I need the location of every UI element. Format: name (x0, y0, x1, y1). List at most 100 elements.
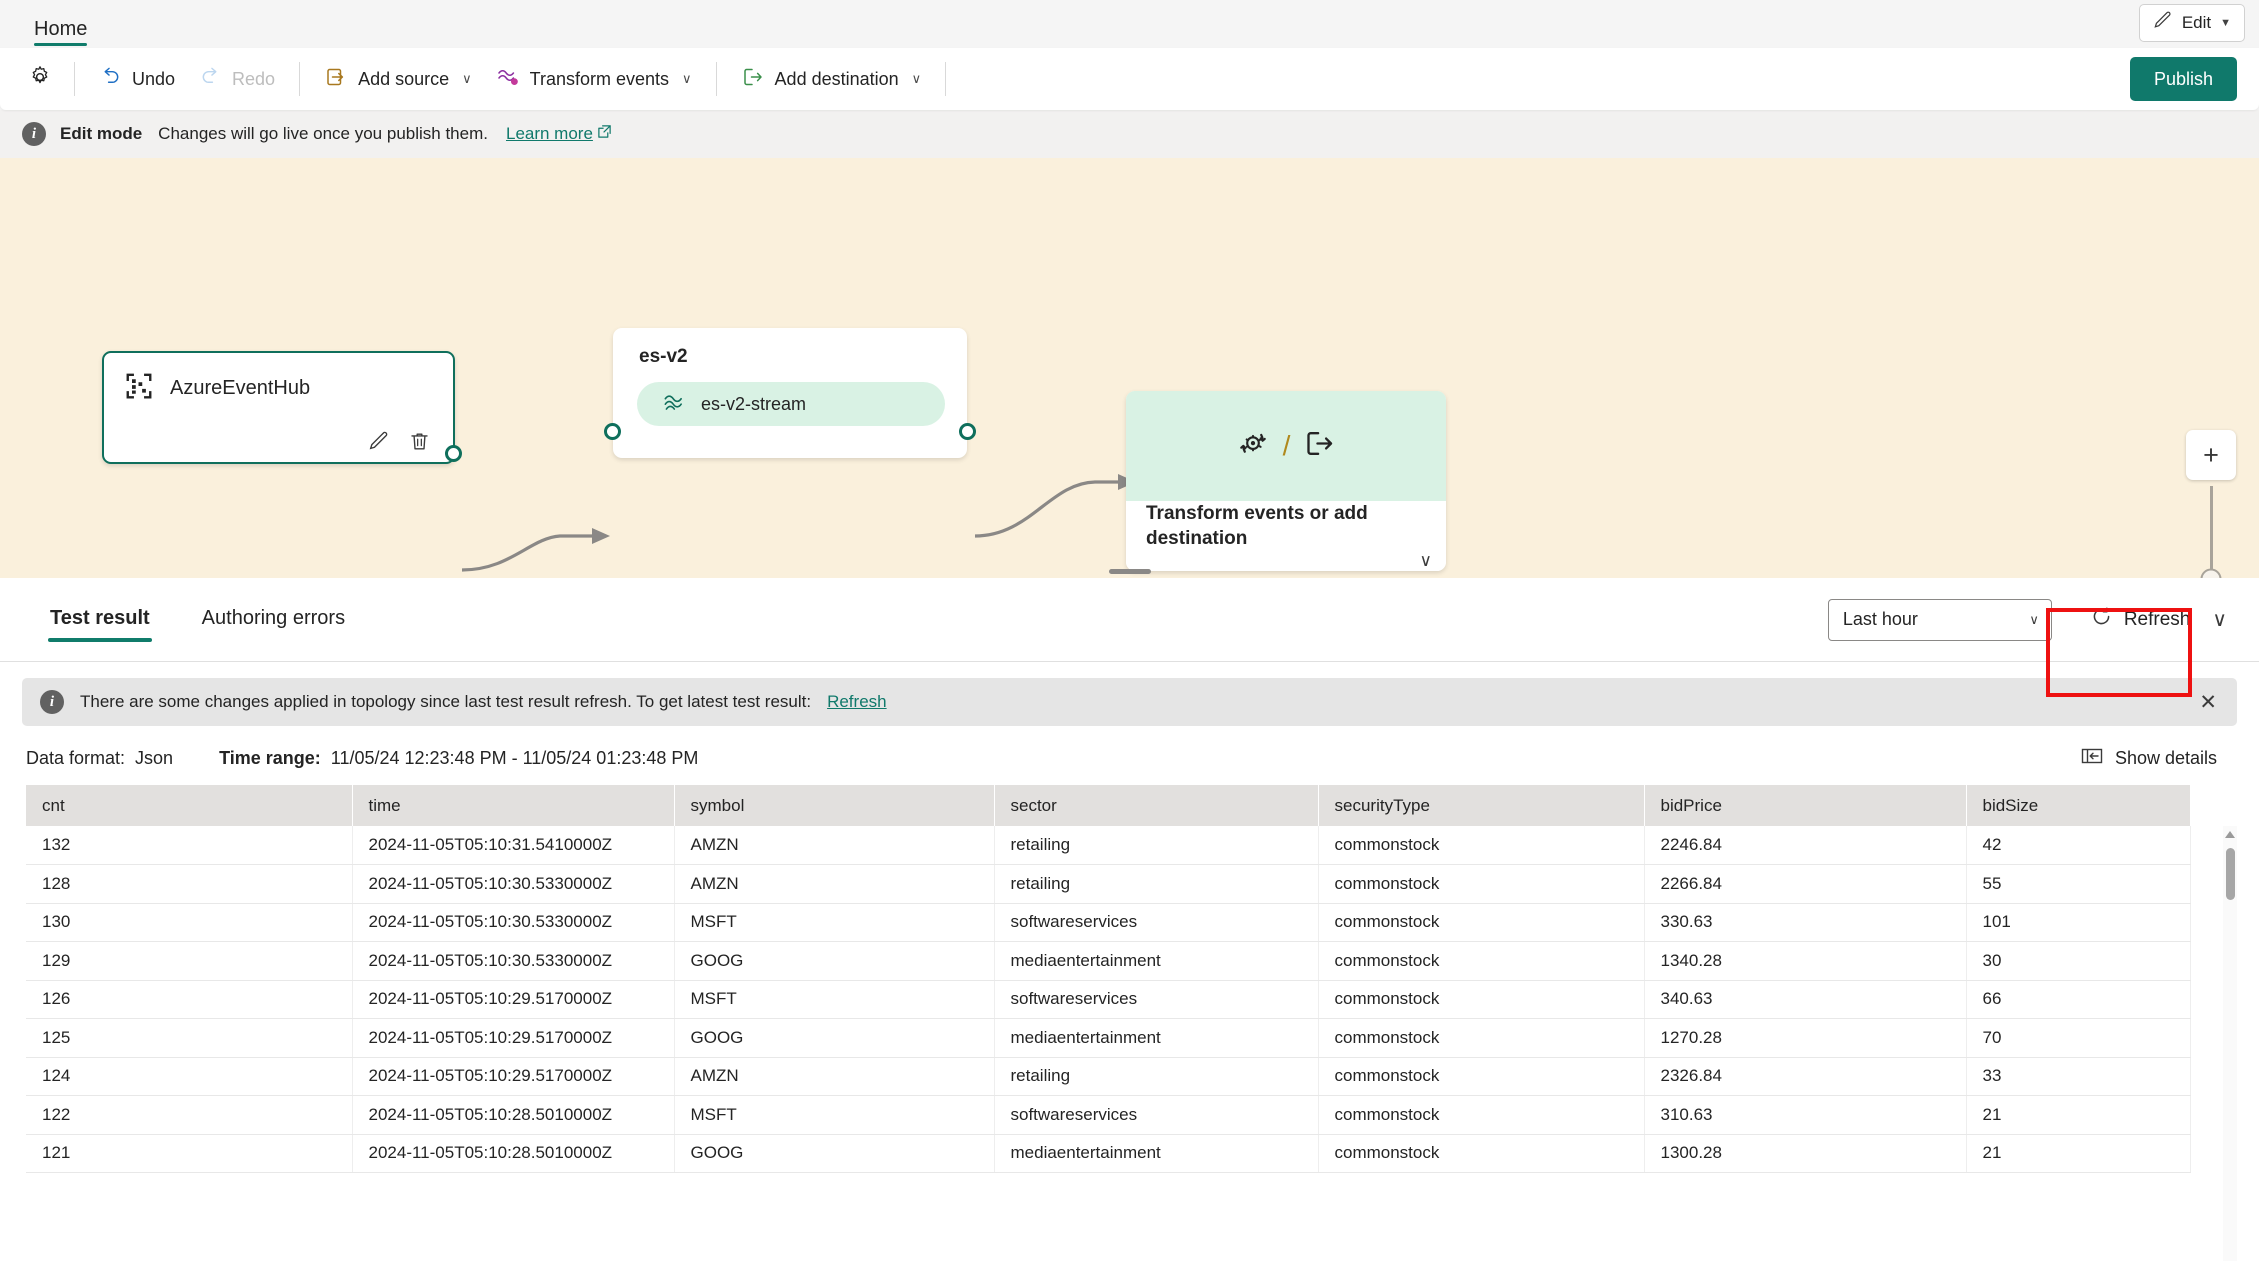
node-source-header: AzureEventHub (104, 353, 453, 406)
data-format-label: Data format: (26, 748, 126, 768)
close-icon[interactable]: ✕ (2193, 690, 2223, 715)
table-cell-cnt: 128 (26, 864, 353, 904)
column-header-sector[interactable]: sector (994, 785, 1319, 826)
table-body: 132 2024-11-05T05:10:31.5410000Z AMZN retai… (26, 826, 2191, 1173)
table-cell-securitytype: commonstock (1318, 1134, 1645, 1173)
column-header-securitytype[interactable]: securityType (1318, 785, 1645, 826)
canvas-zoom-controls: + — (2185, 430, 2237, 578)
column-header-cnt[interactable]: cnt (26, 785, 353, 826)
node-transform-or-destination[interactable]: / Transform events or add destination ∨ (1126, 391, 1446, 571)
time-range-select[interactable]: Last hour ∨ (1827, 598, 2052, 641)
command-bar: Undo Redo Add source ∨ Transform events … (0, 48, 2259, 110)
node-edit-button[interactable] (367, 430, 390, 453)
table-cell-cnt: 125 (26, 1018, 353, 1058)
refresh-button[interactable]: Refresh (2075, 596, 2205, 643)
table-row[interactable]: 128 2024-11-05T05:10:30.5330000Z AMZN retai… (26, 864, 2191, 904)
tab-home[interactable]: Home (24, 19, 101, 48)
undo-button[interactable]: Undo (87, 57, 187, 101)
table-cell-time: 2024-11-05T05:10:28.5010000Z (352, 1095, 675, 1135)
show-details-button[interactable]: Show details (2081, 746, 2235, 771)
transform-events-button[interactable]: Transform events ∨ (484, 57, 704, 101)
scroll-up-arrow-icon[interactable] (2225, 828, 2235, 838)
table-head: cnt time symbol sector securityType bidP… (26, 785, 2191, 826)
refresh-menu-chevron-down-icon[interactable]: ∨ (2204, 607, 2239, 632)
table-row[interactable]: 125 2024-11-05T05:10:29.5170000Z GOOG media… (26, 1018, 2191, 1058)
add-source-button[interactable]: Add source ∨ (312, 57, 484, 101)
learn-more-link[interactable]: Learn more (506, 124, 612, 144)
table-row[interactable]: 126 2024-11-05T05:10:29.5170000Z MSFT softw… (26, 980, 2191, 1019)
table-row[interactable]: 130 2024-11-05T05:10:30.5330000Z MSFT softw… (26, 903, 2191, 942)
tab-authoring-errors[interactable]: Authoring errors (200, 589, 347, 650)
zoom-in-button[interactable]: + (2186, 430, 2236, 480)
command-bar-separator-1 (74, 62, 75, 96)
chevron-down-icon[interactable]: ∨ (1420, 551, 1432, 571)
refresh-button-label: Refresh (2123, 608, 2191, 630)
table-row[interactable]: 129 2024-11-05T05:10:30.5330000Z GOOG media… (26, 941, 2191, 981)
node-azure-event-hub[interactable]: AzureEventHub (102, 351, 462, 464)
table-cell-sector: softwareservices (994, 903, 1319, 942)
node-stream-input-port[interactable] (604, 423, 621, 440)
node-source-output-port[interactable] (445, 445, 462, 462)
column-header-bidsize[interactable]: bidSize (1966, 785, 2191, 826)
topology-canvas[interactable]: AzureEventHub es-v2 es-v2-stream / Trans… (0, 158, 2259, 578)
table-cell-time: 2024-11-05T05:10:29.5170000Z (352, 980, 675, 1019)
results-tabs-row: Test result Authoring errors Last hour ∨ (0, 578, 2259, 662)
chevron-down-icon: ∨ (682, 71, 692, 86)
node-stream-pill[interactable]: es-v2-stream (637, 382, 945, 426)
table-cell-symbol: AMZN (674, 826, 995, 865)
node-eventstream-es-v2[interactable]: es-v2 es-v2-stream (604, 328, 976, 458)
test-result-table: cnt time symbol sector securityType bidP… (26, 785, 2191, 1173)
table-cell-bidprice: 340.63 (1644, 980, 1967, 1019)
zoom-slider[interactable] (2200, 486, 2222, 578)
table-row[interactable]: 122 2024-11-05T05:10:28.5010000Z MSFT softw… (26, 1095, 2191, 1135)
tab-test-result[interactable]: Test result (48, 589, 152, 650)
table-row[interactable]: 132 2024-11-05T05:10:31.5410000Z AMZN retai… (26, 826, 2191, 865)
test-result-notice-message: There are some changes applied in topolo… (80, 692, 812, 711)
edit-button[interactable]: Edit ▼ (2138, 4, 2245, 42)
edit-mode-banner: i Edit mode Changes will go live once yo… (0, 110, 2259, 158)
table-cell-securitytype: commonstock (1318, 1018, 1645, 1058)
table-cell-sector: retailing (994, 864, 1319, 904)
chevron-down-icon: ∨ (2029, 611, 2039, 627)
edit-button-label: Edit (2181, 13, 2212, 32)
table-cell-securitytype: commonstock (1318, 864, 1645, 904)
table-cell-securitytype: commonstock (1318, 1057, 1645, 1096)
table-cell-cnt: 122 (26, 1095, 353, 1135)
transform-icon (1236, 427, 1270, 466)
table-cell-bidsize: 101 (1966, 903, 2191, 942)
node-stream-output-port[interactable] (959, 423, 976, 440)
column-header-symbol[interactable]: symbol (674, 785, 995, 826)
node-stream-title: es-v2 (639, 346, 688, 367)
table-cell-cnt: 124 (26, 1057, 353, 1096)
column-header-time[interactable]: time (352, 785, 675, 826)
column-header-bidprice[interactable]: bidPrice (1644, 785, 1967, 826)
notice-refresh-link[interactable]: Refresh (827, 692, 887, 712)
redo-label: Redo (232, 68, 276, 89)
info-icon: i (40, 690, 64, 714)
ribbon-tabstrip: Home Edit ▼ (0, 0, 2259, 48)
command-bar-separator-4 (945, 62, 947, 96)
scrollbar-thumb[interactable] (2226, 848, 2235, 900)
node-stream-pill-label: es-v2-stream (701, 393, 807, 414)
table-vertical-scrollbar[interactable] (2223, 826, 2237, 1261)
table-cell-bidsize: 42 (1966, 826, 2191, 865)
show-details-label: Show details (2114, 748, 2217, 768)
panel-drag-handle[interactable] (1108, 569, 1151, 574)
table-row[interactable]: 124 2024-11-05T05:10:29.5170000Z AMZN retai… (26, 1057, 2191, 1096)
add-destination-button[interactable]: Add destination ∨ (729, 57, 934, 101)
node-delete-button[interactable] (408, 430, 431, 453)
publish-button[interactable]: Publish (2129, 57, 2237, 101)
ribbon-tabstrip-right: Edit ▼ (2138, 4, 2245, 48)
results-tabs-actions: Last hour ∨ Refresh ∨ (1827, 596, 2259, 643)
table-cell-bidsize: 21 (1966, 1134, 2191, 1173)
data-format-value: Json (135, 748, 174, 768)
time-range-group: Time range: 11/05/24 12:23:48 PM - 11/05… (219, 748, 698, 769)
table-cell-securitytype: commonstock (1318, 980, 1645, 1019)
node-transform-footer[interactable]: Transform events or add destination ∨ (1126, 501, 1446, 571)
time-range-value: 11/05/24 12:23:48 PM - 11/05/24 01:23:48… (330, 748, 699, 768)
zoom-slider-thumb[interactable] (2200, 568, 2222, 578)
learn-more-label: Learn more (505, 124, 593, 143)
settings-button[interactable] (18, 57, 62, 101)
table-row[interactable]: 121 2024-11-05T05:10:28.5010000Z GOOG media… (26, 1134, 2191, 1173)
eventhub-icon (124, 371, 154, 406)
